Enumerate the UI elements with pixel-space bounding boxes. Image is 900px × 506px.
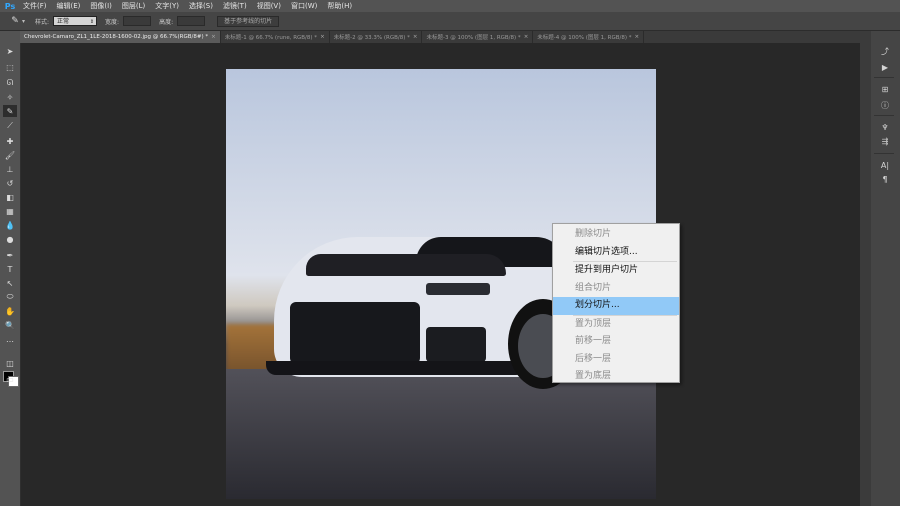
style-label: 样式: xyxy=(35,18,50,26)
close-icon[interactable]: × xyxy=(320,34,325,40)
tab-title: 未标题-2 @ 33.3% (RGB/8) * xyxy=(333,35,410,41)
menu-select[interactable]: 选择(S) xyxy=(184,1,218,11)
gradient-tool-icon[interactable]: ▦ xyxy=(3,205,17,217)
properties-panel-icon[interactable]: ⊞ xyxy=(874,83,896,95)
width-input[interactable] xyxy=(123,16,152,26)
width-label: 宽度: xyxy=(105,18,120,26)
menu-filter[interactable]: 滤镜(T) xyxy=(218,1,252,11)
menu-layer[interactable]: 图层(L) xyxy=(117,1,150,11)
dodge-tool-icon[interactable]: ● xyxy=(3,233,17,245)
healing-brush-tool-icon[interactable]: ✚ xyxy=(3,135,17,147)
brush-panel-icon[interactable]: ♆ xyxy=(874,121,896,133)
slice-context-menu: 删除切片 编辑切片选项... 提升到用户切片 组合切片 划分切片... 置为顶层… xyxy=(552,223,680,383)
menu-item-bring-forward: 前移一层 xyxy=(575,336,612,346)
car-hood-stripe xyxy=(306,254,506,276)
pen-tool-icon[interactable]: ✒ xyxy=(3,249,17,261)
slice-tool-icon[interactable]: ✎ xyxy=(3,105,17,117)
lasso-tool-icon[interactable]: ᘏ xyxy=(3,77,17,89)
move-tool-icon[interactable]: ➤ xyxy=(3,45,17,57)
menu-file[interactable]: 文件(F) xyxy=(18,1,52,11)
menu-window[interactable]: 窗口(W) xyxy=(286,1,322,11)
slice-tool-icon[interactable]: ✎ xyxy=(8,15,22,27)
path-select-tool-icon[interactable]: ↖ xyxy=(3,277,17,289)
height-input[interactable] xyxy=(177,16,206,26)
clone-stamp-tool-icon[interactable]: ⊥ xyxy=(3,163,17,175)
close-icon[interactable]: × xyxy=(524,34,529,40)
close-icon[interactable]: × xyxy=(413,34,418,40)
menu-edit[interactable]: 编辑(E) xyxy=(52,1,86,11)
marquee-tool-icon[interactable]: ⬚ xyxy=(3,61,17,73)
shape-tool-icon[interactable]: ⬭ xyxy=(3,291,17,303)
height-label: 高度: xyxy=(159,18,174,26)
menu-item-promote-to-user-slice[interactable]: 提升到用户切片 xyxy=(553,262,679,280)
menu-type[interactable]: 文字(Y) xyxy=(150,1,184,11)
eyedropper-tool-icon[interactable]: ⟋ xyxy=(3,120,17,132)
options-bar: ✎ ▾ 样式: 正常 ⇕ 宽度: 高度: 基于参考线的切片 xyxy=(0,12,900,31)
menu-item-divide-slice[interactable]: 划分切片... xyxy=(553,297,679,315)
actions-panel-icon[interactable]: ▶ xyxy=(874,61,896,73)
more-tools-icon[interactable]: … xyxy=(3,333,17,345)
chevron-down-icon: ⇕ xyxy=(89,19,95,25)
tab-title: 未标题-1 @ 66.7% (rune, RGB/8) * xyxy=(224,35,318,41)
history-brush-tool-icon[interactable]: ↺ xyxy=(3,177,17,189)
menu-item-send-backward: 后移一层 xyxy=(575,353,612,364)
close-icon[interactable]: × xyxy=(635,34,640,40)
tools-panel: ➤ ⬚ ᘏ ✧ ✎ ⟋ ✚ 🖌 ⊥ ↺ ◧ ▦ 💧 ● ✒ T ↖ ⬭ ✋ 🔍 … xyxy=(0,31,21,506)
quick-select-tool-icon[interactable]: ✧ xyxy=(3,91,17,103)
menu-item-combine-slices: 组合切片 xyxy=(575,282,612,293)
tab-title: Chevrolet-Camaro_ZL1_1LE-2018-1600-02.jp… xyxy=(24,34,209,40)
brush-presets-panel-icon[interactable]: ⇶ xyxy=(874,135,896,147)
car-air-intake xyxy=(426,327,486,362)
style-select[interactable]: 正常 ⇕ xyxy=(53,16,98,26)
tab-document-4[interactable]: 未标题-3 @ 100% (图层 1, RGB/8) * × xyxy=(422,31,534,43)
brush-tool-icon[interactable]: 🖌 xyxy=(3,149,17,161)
panel-separator xyxy=(874,153,894,154)
tool-preset-chevron-icon[interactable]: ▾ xyxy=(22,18,25,25)
menu-view[interactable]: 视图(V) xyxy=(252,1,286,11)
car-headlight xyxy=(426,283,490,295)
close-icon[interactable]: × xyxy=(211,34,216,40)
car-front-splitter xyxy=(266,361,526,375)
photoshop-logo[interactable]: Ps xyxy=(2,0,18,12)
slices-from-guides-button[interactable]: 基于参考线的切片 xyxy=(217,15,280,27)
style-select-value: 正常 xyxy=(57,18,70,25)
panel-separator xyxy=(874,115,894,116)
menu-help[interactable]: 帮助(H) xyxy=(322,1,357,11)
menu-item-delete-slice: 删除切片 xyxy=(575,229,612,239)
road-surface xyxy=(226,369,656,499)
character-panel-icon[interactable]: A| xyxy=(874,159,896,171)
right-panel-dock: ⤴ ▶ ⊞ ⓘ ♆ ⇶ A| ¶ xyxy=(860,31,900,506)
tab-title: 未标题-4 @ 100% (图层 1, RGB/8) * xyxy=(537,35,632,41)
eraser-tool-icon[interactable]: ◧ xyxy=(3,191,17,203)
panel-collapse-strip[interactable] xyxy=(860,31,871,506)
menu-image[interactable]: 图像(I) xyxy=(85,1,117,11)
tab-document-3[interactable]: 未标题-2 @ 33.3% (RGB/8) * × xyxy=(330,31,423,43)
document-tab-bar: Chevrolet-Camaro_ZL1_1LE-2018-1600-02.jp… xyxy=(20,31,860,43)
history-panel-icon[interactable]: ⤴ xyxy=(874,45,896,57)
type-tool-icon[interactable]: T xyxy=(3,263,17,275)
menu-bar: Ps 文件(F) 编辑(E) 图像(I) 图层(L) 文字(Y) 选择(S) 滤… xyxy=(0,0,900,12)
info-panel-icon[interactable]: ⓘ xyxy=(874,99,896,111)
menu-item-send-to-back: 置为底层 xyxy=(575,371,612,381)
panel-separator xyxy=(874,77,894,78)
menu-item-bring-to-front: 置为顶层 xyxy=(575,318,612,329)
menu-item-edit-slice-options[interactable]: 编辑切片选项... xyxy=(553,244,679,262)
tab-document-5[interactable]: 未标题-4 @ 100% (图层 1, RGB/8) * × xyxy=(533,31,645,43)
paragraph-panel-icon[interactable]: ¶ xyxy=(874,173,896,185)
zoom-tool-icon[interactable]: 🔍 xyxy=(3,319,17,331)
tab-document-2[interactable]: 未标题-1 @ 66.7% (rune, RGB/8) * × xyxy=(221,31,330,43)
hand-tool-icon[interactable]: ✋ xyxy=(3,305,17,317)
screen-mode-icon[interactable]: ▭ xyxy=(3,373,17,385)
blur-tool-icon[interactable]: 💧 xyxy=(3,219,17,231)
tab-document-1[interactable]: Chevrolet-Camaro_ZL1_1LE-2018-1600-02.jp… xyxy=(20,31,221,43)
car-grille xyxy=(290,302,420,364)
edit-quick-mask-icon[interactable]: ◫ xyxy=(3,357,17,369)
tab-title: 未标题-3 @ 100% (图层 1, RGB/8) * xyxy=(426,35,521,41)
